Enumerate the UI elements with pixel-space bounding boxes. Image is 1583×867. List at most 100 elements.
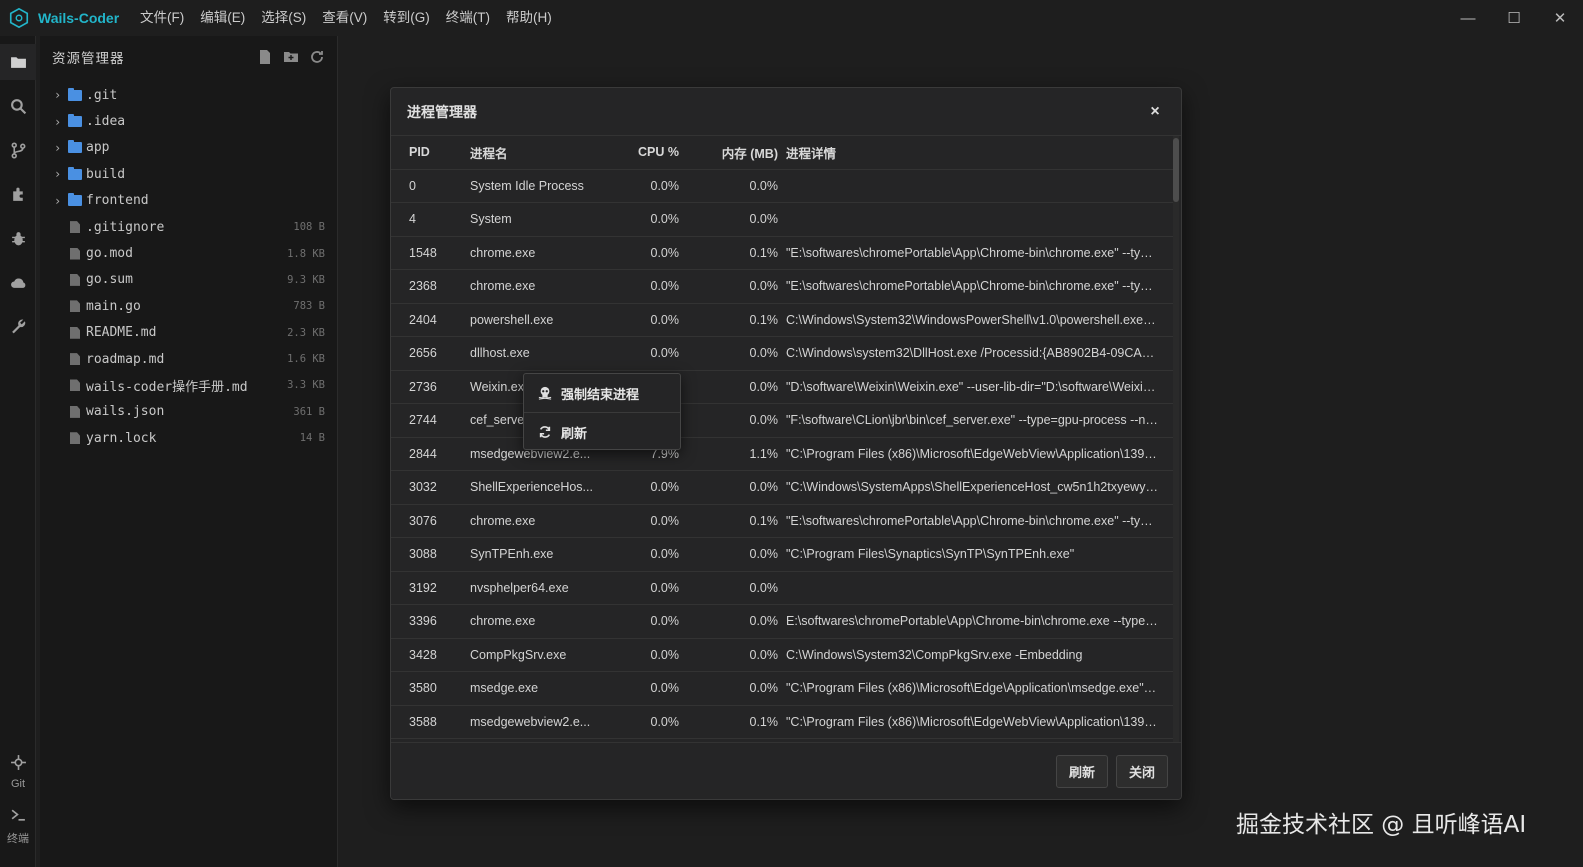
cell-cpu: 0.0%: [650, 279, 680, 294]
scrollbar-thumb[interactable]: [1173, 138, 1179, 202]
cell-memory: 1.1%: [749, 446, 779, 461]
column-details[interactable]: 进程详情: [778, 143, 1158, 162]
cell-pid: 3032: [409, 480, 437, 495]
cell-memory: 0.1%: [749, 513, 779, 528]
terminal-label[interactable]: 终端: [0, 830, 36, 846]
column-memory[interactable]: 内存 (MB): [679, 143, 778, 162]
folder-icon: [68, 193, 82, 207]
folder-idea[interactable]: › .idea: [40, 108, 337, 134]
menu-terminal[interactable]: 终端(T): [438, 0, 498, 36]
kill-process-menu-item[interactable]: 强制结束进程: [524, 374, 680, 412]
table-row[interactable]: 3076 chrome.exe 0.0% 0.1% "E:\softwares\chro…: [391, 505, 1173, 538]
table-row[interactable]: 3428 CompPkgSrv.exe 0.0% 0.0% C:\Windows\Sys…: [391, 639, 1173, 672]
file-name: wails-coder操作手册.md: [86, 379, 248, 395]
menu-help[interactable]: 帮助(H): [498, 0, 560, 36]
process-table: PID 进程名 CPU % 内存 (MB) 进程详情 0 System Idle …: [391, 136, 1173, 744]
table-row[interactable]: 2736 Weixin.exe 0.0% "D:\software\Weixin\We…: [391, 371, 1173, 404]
table-row[interactable]: 1548 chrome.exe 0.0% 0.1% "E:\softwares\chro…: [391, 237, 1173, 270]
table-row[interactable]: 3032 ShellExperienceHos... 0.0% 0.0% "C:\Win…: [391, 471, 1173, 505]
refresh-menu-item[interactable]: 刷新: [524, 413, 680, 451]
file-item[interactable]: wails-coder操作手册.md 3.3 KB: [40, 372, 337, 398]
chevron-right-icon: ›: [54, 167, 62, 182]
file-item[interactable]: roadmap.md 1.6 KB: [40, 346, 337, 372]
minimize-button[interactable]: —: [1445, 0, 1491, 36]
table-row[interactable]: 2744 cef_server.exe 0.0% "F:\software\CLion…: [391, 404, 1173, 438]
table-row[interactable]: 2844 msedgewebview2.e... 7.9% 1.1% "C:\Progr…: [391, 438, 1173, 471]
cell-cpu: 0.0%: [650, 714, 680, 729]
table-scrollbar[interactable]: [1173, 136, 1179, 744]
cell-details: "C:\Program Files (x86)\Microsoft\Edge\A…: [786, 681, 1158, 696]
menu-view[interactable]: 查看(V): [314, 0, 375, 36]
column-cpu[interactable]: CPU %: [600, 145, 679, 159]
folder-build[interactable]: › build: [40, 161, 337, 187]
cell-memory: 0.0%: [749, 580, 779, 595]
cell-process-name: powershell.exe: [470, 312, 554, 327]
file-icon: [70, 432, 80, 445]
terminal-icon[interactable]: [0, 796, 36, 832]
file-item[interactable]: main.go 783 B: [40, 293, 337, 319]
tools-icon[interactable]: [0, 308, 36, 344]
cell-memory: 0.1%: [749, 714, 779, 729]
close-window-button[interactable]: ✕: [1537, 0, 1583, 36]
table-row[interactable]: 3396 chrome.exe 0.0% 0.0% E:\softwares\chrom…: [391, 605, 1173, 639]
file-name: go.sum: [86, 272, 133, 288]
git-graph-icon[interactable]: [0, 744, 36, 780]
git-label[interactable]: Git: [0, 778, 36, 790]
cell-memory: 0.0%: [749, 279, 779, 294]
close-icon[interactable]: ×: [1145, 103, 1165, 121]
refresh-button[interactable]: 刷新: [1055, 754, 1108, 788]
folder-git[interactable]: › .git: [40, 82, 337, 108]
file-item[interactable]: go.sum 9.3 KB: [40, 267, 337, 293]
table-row[interactable]: 4 System 0.0% 0.0%: [391, 203, 1173, 237]
table-row[interactable]: 3088 SynTPEnh.exe 0.0% 0.0% "C:\Program File…: [391, 538, 1173, 572]
menu-file[interactable]: 文件(F): [132, 0, 192, 36]
file-item[interactable]: yarn.lock 14 B: [40, 425, 337, 451]
table-body: 0 System Idle Process 0.0% 0.0% 4 System 0.0% 0…: [391, 170, 1173, 739]
cloud-icon[interactable]: [0, 264, 36, 300]
dialog-footer: 刷新 关闭: [391, 742, 1181, 799]
table-row[interactable]: 3580 msedge.exe 0.0% 0.0% "C:\Program Files …: [391, 672, 1173, 706]
folder-label: .idea: [86, 114, 126, 130]
cell-process-name: dllhost.exe: [470, 346, 530, 361]
menu-edit[interactable]: 编辑(E): [192, 0, 253, 36]
table-row[interactable]: 0 System Idle Process 0.0% 0.0%: [391, 170, 1173, 203]
explorer-panel: 资源管理器 › .git › .idea › app › build › frontend…: [40, 36, 338, 867]
file-item[interactable]: .gitignore 108 B: [40, 214, 337, 240]
column-name[interactable]: 进程名: [470, 143, 600, 162]
cell-pid: 3088: [409, 547, 437, 562]
table-row[interactable]: 2404 powershell.exe 0.0% 0.1% C:\Windows\Sys…: [391, 304, 1173, 337]
search-icon[interactable]: [0, 88, 36, 124]
folder-frontend[interactable]: › frontend: [40, 188, 337, 214]
explorer-icon[interactable]: [0, 44, 36, 80]
cell-pid: 1548: [409, 245, 437, 260]
file-item[interactable]: go.mod 1.8 KB: [40, 240, 337, 266]
maximize-button[interactable]: ☐: [1491, 0, 1537, 36]
cell-pid: 2844: [409, 446, 437, 461]
table-row[interactable]: 2656 dllhost.exe 0.0% 0.0% C:\Windows\system…: [391, 337, 1173, 371]
cell-details: C:\Windows\System32\WindowsPowerShell\v1…: [786, 312, 1158, 327]
close-button[interactable]: 关闭: [1115, 754, 1168, 788]
folder-label: app: [86, 140, 110, 156]
new-file-icon[interactable]: [257, 49, 273, 65]
folder-app[interactable]: › app: [40, 135, 337, 161]
debug-icon[interactable]: [0, 220, 36, 256]
refresh-explorer-icon[interactable]: [309, 49, 325, 65]
new-folder-icon[interactable]: [283, 49, 299, 65]
source-control-icon[interactable]: [0, 132, 36, 168]
file-icon: [70, 405, 80, 418]
menu-select[interactable]: 选择(S): [253, 0, 314, 36]
menu-goto[interactable]: 转到(G): [375, 0, 438, 36]
column-pid[interactable]: PID: [391, 145, 470, 159]
table-row[interactable]: 3192 nvsphelper64.exe 0.0% 0.0%: [391, 572, 1173, 605]
extensions-icon[interactable]: [0, 176, 36, 212]
file-item[interactable]: wails.json 361 B: [40, 399, 337, 425]
table-row[interactable]: 2368 chrome.exe 0.0% 0.0% "E:\softwares\chro…: [391, 270, 1173, 304]
table-row[interactable]: 3588 msedgewebview2.e... 0.0% 0.1% "C:\Progr…: [391, 706, 1173, 739]
cell-cpu: 0.0%: [650, 614, 680, 629]
cell-memory: 0.0%: [749, 212, 779, 227]
file-name: .gitignore: [86, 219, 165, 235]
file-item[interactable]: README.md 2.3 KB: [40, 320, 337, 346]
chevron-right-icon: ›: [54, 140, 62, 155]
file-icon: [70, 379, 80, 392]
cell-pid: 2656: [409, 346, 437, 361]
